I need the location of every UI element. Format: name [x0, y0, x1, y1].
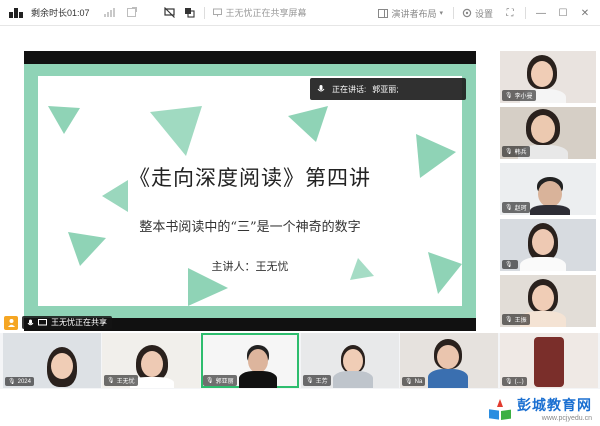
participant-tile[interactable]: 🎙 (...)	[500, 333, 598, 388]
participant-tile[interactable]: 🎙 赵珂	[500, 163, 596, 215]
layout-icon	[378, 8, 389, 18]
sharer-bar: 王无忧正在共享	[4, 315, 112, 330]
participant-nametag: 🎙 2024	[5, 377, 34, 386]
maximize-icon[interactable]: ☐	[556, 8, 570, 19]
camera-switch-icon[interactable]	[184, 7, 196, 19]
participant-tile-active[interactable]: 🎙 郭亚丽	[201, 333, 299, 388]
speaking-label: 正在讲话:	[332, 84, 367, 94]
mic-icon: 🎙	[505, 205, 513, 211]
participant-nametag: 🎙 韩兵	[502, 146, 530, 157]
mic-icon: 🎙	[505, 317, 513, 323]
watermark-title: 彭城教育网	[517, 397, 592, 413]
mic-icon: 🎙	[405, 379, 413, 385]
participant-tile[interactable]: 🎙	[500, 219, 596, 271]
book-logo-icon	[487, 397, 513, 421]
slide-canvas: 《走向深度阅读》第四讲 整本书阅读中的“三”是一个神奇的数字 主讲人：王无忧	[38, 76, 462, 306]
mic-icon: 🎙	[505, 149, 513, 155]
participant-nametag: 🎙 (...)	[502, 377, 527, 386]
participant-nametag: 🎙 赵珂	[502, 202, 530, 213]
share-screen-icon	[212, 8, 222, 17]
participant-tile[interactable]: 🎙 王无忧	[102, 333, 200, 388]
mic-icon	[27, 319, 34, 325]
top-toolbar: 剩余时长01:07 王无忧正在共享屏幕 演讲者布局 ▾ 设置 ⛶ — ☐ ✕	[0, 0, 600, 26]
participant-nametag: 🎙 Na	[402, 377, 426, 386]
slide-presenter: 主讲人：王无忧	[211, 260, 289, 273]
sharer-text: 王无忧正在共享	[51, 318, 107, 327]
site-watermark: 彭城教育网 www.pcjyedu.cn	[487, 395, 592, 422]
participant-nametag: 🎙 王芳	[303, 375, 331, 386]
participant-tile[interactable]: 🎙 李小曼	[500, 51, 596, 103]
layout-button[interactable]: 演讲者布局 ▾	[378, 7, 443, 20]
app-logo-icon	[9, 7, 25, 18]
participant-nametag: 🎙 李小曼	[502, 90, 536, 101]
meeting-window: 剩余时长01:07 王无忧正在共享屏幕 演讲者布局 ▾ 设置 ⛶ — ☐ ✕ 《…	[0, 0, 600, 426]
share-status-text: 王无忧正在共享屏幕	[225, 8, 307, 18]
settings-button[interactable]: 设置	[462, 7, 493, 20]
mic-icon: 🎙	[505, 93, 513, 99]
signal-strength-icon	[103, 8, 115, 17]
slide-title: 《走向深度阅读》第四讲	[129, 166, 371, 190]
participant-nametag: 🎙 王无忧	[104, 375, 138, 386]
mic-icon: 🎙	[306, 378, 314, 384]
settings-label: 设置	[474, 8, 493, 19]
gear-icon	[462, 8, 472, 18]
toolbar-divider	[452, 7, 454, 19]
mic-icon: 🎙	[8, 379, 16, 385]
participant-tile[interactable]: 🎙 王振	[500, 275, 596, 327]
screen-share-off-icon[interactable]	[164, 7, 176, 19]
speaking-name: 郭亚丽;	[372, 84, 399, 94]
participant-tile[interactable]: 🎙 王芳	[301, 333, 399, 388]
participant-strip: 🎙 2024 🎙 王无忧 🎙 郭亚丽 🎙 王芳 🎙 Na 🎙 (...)	[0, 333, 600, 389]
remaining-time: 剩余时长01:07	[31, 8, 90, 18]
watermark-url: www.pcjyedu.cn	[541, 415, 592, 422]
speaking-indicator: 正在讲话: 郭亚丽;	[310, 78, 466, 100]
participant-nametag: 🎙	[502, 260, 518, 269]
external-window-icon[interactable]	[126, 7, 137, 17]
close-icon[interactable]: ✕	[578, 8, 592, 19]
window-tools: 演讲者布局 ▾ 设置 ⛶ — ☐ ✕	[378, 0, 600, 26]
slide-subtitle: 整本书阅读中的“三”是一个神奇的数字	[139, 220, 361, 235]
mic-icon: 🎙	[107, 378, 115, 384]
sharer-label: 王无忧正在共享	[22, 316, 112, 329]
presentation-slide: 《走向深度阅读》第四讲 整本书阅读中的“三”是一个神奇的数字 主讲人：王无忧	[24, 64, 476, 318]
mic-icon: 🎙	[505, 379, 513, 385]
user-icon[interactable]	[4, 315, 18, 330]
participant-nametag: 🎙 王振	[502, 314, 530, 325]
participant-tile[interactable]: 🎙 2024	[3, 333, 101, 388]
share-status: 王无忧正在共享屏幕	[212, 6, 307, 19]
fullscreen-icon[interactable]: ⛶	[503, 8, 517, 19]
chevron-down-icon: ▾	[439, 10, 443, 17]
minimize-icon[interactable]: —	[534, 8, 548, 19]
participant-tile[interactable]: 🎙 Na	[400, 333, 498, 388]
toolbar-divider	[203, 6, 205, 19]
participant-nametag: 🎙 郭亚丽	[203, 375, 237, 386]
toolbar-divider	[525, 7, 526, 19]
participant-tile[interactable]: 🎙 韩兵	[500, 107, 596, 159]
mic-icon: 🎙	[505, 262, 513, 268]
layout-label: 演讲者布局	[391, 8, 437, 19]
shared-screen[interactable]: 《走向深度阅读》第四讲 整本书阅读中的“三”是一个神奇的数字 主讲人：王无忧 正…	[24, 51, 476, 331]
mic-icon	[317, 85, 325, 92]
mic-icon: 🎙	[206, 378, 214, 384]
share-screen-icon	[38, 318, 47, 325]
